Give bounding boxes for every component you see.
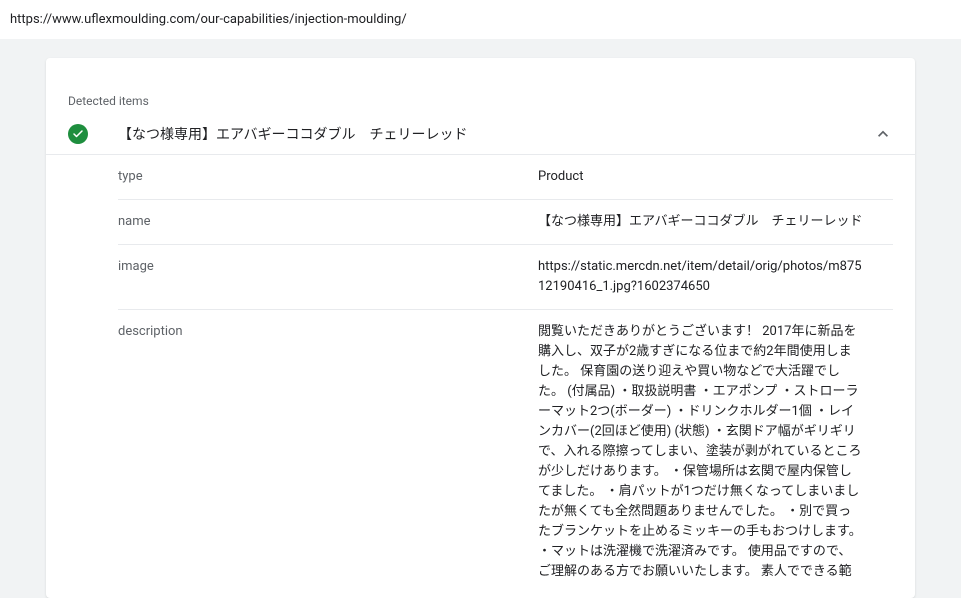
property-key: name (118, 212, 538, 232)
property-row: type Product (118, 155, 893, 200)
check-circle-icon (68, 124, 88, 144)
property-key: description (118, 322, 538, 582)
property-row: image https://static.mercdn.net/item/det… (118, 245, 893, 310)
section-label: Detected items (46, 58, 915, 118)
results-card: Detected items 【なつ様専用】エアバギーココダブル チェリーレッド… (46, 58, 915, 598)
property-value: Product (538, 167, 893, 187)
property-row: name 【なつ様専用】エアバギーココダブル チェリーレッド (118, 200, 893, 245)
property-value: https://static.mercdn.net/item/detail/or… (538, 257, 893, 297)
chevron-up-icon[interactable] (873, 124, 893, 144)
detected-item-header[interactable]: 【なつ様専用】エアバギーココダブル チェリーレッド (46, 118, 915, 155)
property-row: description 閲覧いただきありがとうございます！ 2017年に新品を購… (118, 310, 893, 594)
property-value: 【なつ様専用】エアバギーココダブル チェリーレッド (538, 212, 893, 232)
url-bar: https://www.uflexmoulding.com/our-capabi… (0, 0, 961, 40)
property-list: type Product name 【なつ様専用】エアバギーココダブル チェリー… (46, 155, 915, 594)
property-key: image (118, 257, 538, 297)
property-value: 閲覧いただきありがとうございます！ 2017年に新品を購入し、双子が2歳すぎにな… (538, 322, 893, 582)
item-title: 【なつ様専用】エアバギーココダブル チェリーレッド (88, 124, 873, 144)
url-text: https://www.uflexmoulding.com/our-capabi… (10, 12, 407, 27)
property-key: type (118, 167, 538, 187)
